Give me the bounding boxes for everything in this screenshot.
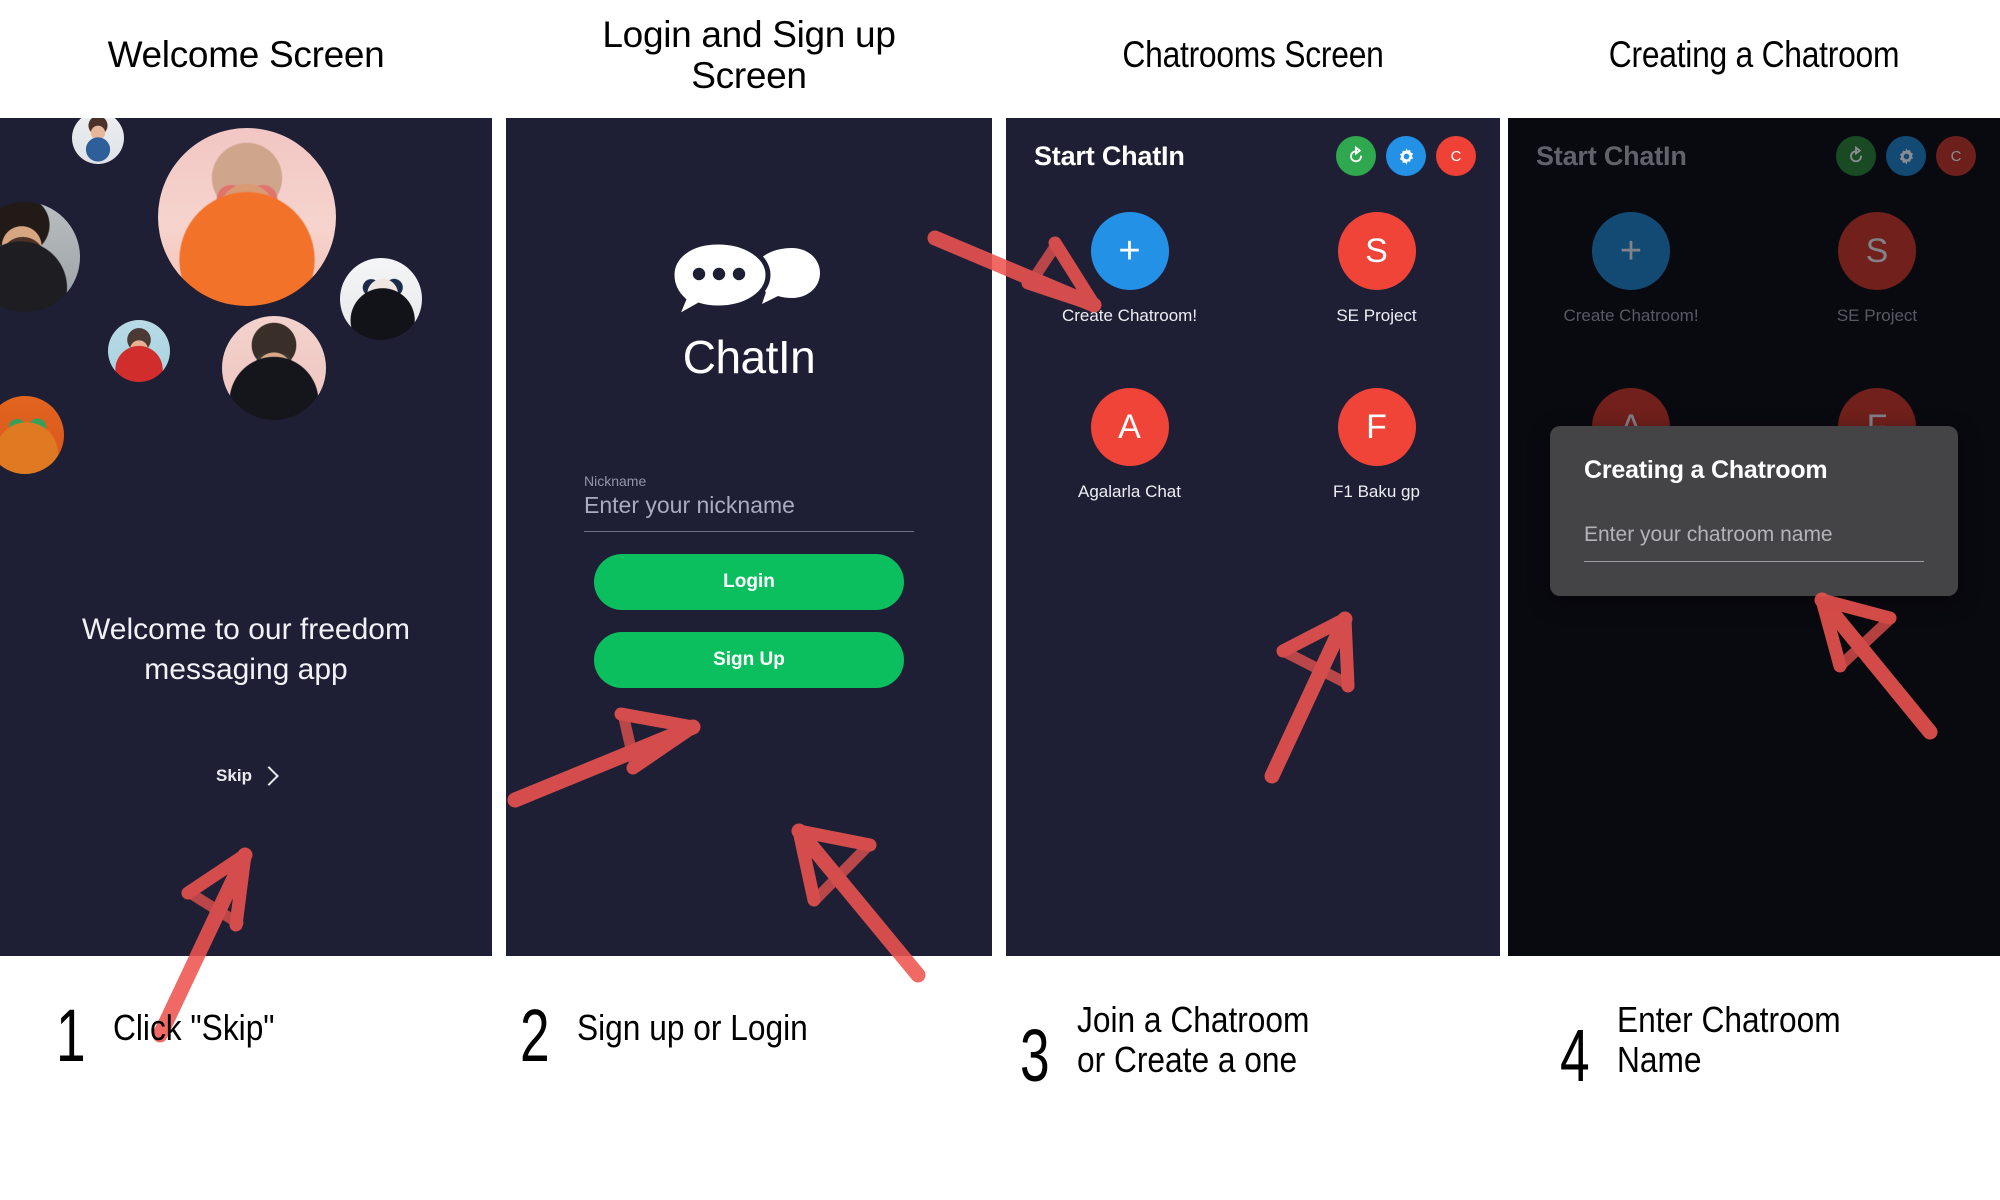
panel-headings-row: Welcome Screen Login and Sign up Screen … bbox=[0, 0, 2000, 118]
room-se-project-dimmed: S SE Project bbox=[1754, 212, 2000, 326]
header-button-group: C bbox=[1336, 136, 1476, 176]
create-chatroom-button[interactable]: + Create Chatroom! bbox=[1006, 212, 1253, 326]
avatar-man-sunglasses bbox=[222, 316, 326, 420]
plus-icon: + bbox=[1592, 212, 1670, 290]
creating-chatroom-panel: Start ChatIn C + Create Chatroom! S SE P… bbox=[1508, 118, 2000, 956]
room-f1-baku-gp[interactable]: F F1 Baku gp bbox=[1253, 388, 1500, 502]
welcome-screen-panel: Welcome to our freedom messaging app Ski… bbox=[0, 118, 492, 956]
step-2: 2 Sign up or Login bbox=[520, 994, 839, 1077]
avatar-masked-face bbox=[340, 258, 422, 340]
heading-creating-a-chatroom: Creating a Chatroom bbox=[1608, 34, 1900, 76]
settings-gear-button-dimmed bbox=[1886, 136, 1926, 176]
step-4-number: 4 bbox=[1560, 1014, 1590, 1097]
avatar-bearded-man bbox=[0, 202, 80, 312]
create-chatroom-label: Create Chatroom! bbox=[1061, 306, 1198, 325]
plus-icon: + bbox=[1090, 212, 1169, 290]
chatin-logo: ChatIn bbox=[506, 240, 992, 384]
step-4: 4 Enter Chatroom Name bbox=[1560, 999, 1871, 1097]
chatrooms-title: Start ChatIn bbox=[1034, 140, 1185, 171]
step-3-number: 3 bbox=[1020, 1014, 1050, 1097]
avatar-woman-denim bbox=[72, 118, 124, 164]
login-signup-screen-panel: ChatIn Nickname Enter your nickname Logi… bbox=[506, 118, 992, 956]
refresh-icon-button[interactable] bbox=[1336, 136, 1376, 176]
step-1-number: 1 bbox=[56, 994, 86, 1077]
create-chatroom-label: Create Chatroom! bbox=[1563, 306, 1699, 325]
avatar-collage bbox=[0, 118, 492, 956]
step-4-text: Enter Chatroom Name bbox=[1617, 999, 1841, 1081]
room-label: SE Project bbox=[1336, 306, 1417, 325]
chatrooms-header: Start ChatIn C bbox=[1034, 136, 1476, 176]
login-button[interactable]: Login bbox=[594, 554, 904, 610]
nickname-label: Nickname bbox=[584, 473, 647, 489]
chatrooms-grid: + Create Chatroom! S SE Project A Agalar… bbox=[1006, 212, 1500, 502]
step-3-text: Join a Chatroom or Create a one bbox=[1077, 999, 1310, 1081]
avatar-smiling-man-red-shirt bbox=[108, 320, 170, 382]
step-1-text: Click "Skip" bbox=[113, 1007, 275, 1048]
room-avatar: S bbox=[1337, 212, 1416, 290]
room-agalarla-chat[interactable]: A Agalarla Chat bbox=[1006, 388, 1253, 502]
c-letter-button[interactable]: C bbox=[1436, 136, 1476, 176]
avatar-man-orange-hoodie bbox=[158, 128, 336, 306]
chatrooms-screen-panel: Start ChatIn C + Create Chatroom! S SE P… bbox=[1006, 118, 1500, 956]
room-se-project[interactable]: S SE Project bbox=[1253, 212, 1500, 326]
chat-bubbles-icon bbox=[674, 240, 820, 322]
nickname-input[interactable]: Enter your nickname bbox=[584, 492, 914, 532]
room-avatar: S bbox=[1838, 212, 1916, 290]
c-letter-button-dimmed: C bbox=[1936, 136, 1976, 176]
refresh-icon bbox=[1350, 146, 1362, 163]
step-captions-row: 1 Click "Skip" 2 Sign up or Login 3 Join… bbox=[0, 994, 2000, 1170]
chevron-right-icon bbox=[259, 765, 279, 786]
header-button-group-dimmed: C bbox=[1836, 136, 1976, 176]
nickname-field-group: Nickname Enter your nickname bbox=[584, 473, 914, 532]
step-2-number: 2 bbox=[520, 994, 550, 1077]
chatroom-name-input[interactable]: Enter your chatroom name bbox=[1584, 523, 1924, 562]
step-1: 1 Click "Skip" bbox=[56, 994, 297, 1077]
room-label: Agalarla Chat bbox=[1077, 482, 1181, 501]
heading-chatrooms-screen: Chatrooms Screen bbox=[1122, 34, 1384, 76]
gear-icon bbox=[1899, 147, 1913, 165]
skip-label: Skip bbox=[216, 766, 252, 785]
create-chatroom-button-dimmed: + Create Chatroom! bbox=[1508, 212, 1754, 326]
create-chatroom-dialog: Creating a Chatroom Enter your chatroom … bbox=[1550, 426, 1958, 596]
heading-welcome-screen: Welcome Screen bbox=[107, 34, 385, 76]
room-label: SE Project bbox=[1836, 306, 1918, 325]
room-avatar: F bbox=[1337, 388, 1416, 466]
step-2-text: Sign up or Login bbox=[577, 1007, 808, 1048]
heading-login-signup-screen: Login and Sign up Screen bbox=[602, 13, 896, 96]
dialog-title: Creating a Chatroom bbox=[1584, 456, 1828, 484]
refresh-icon-button-dimmed bbox=[1836, 136, 1876, 176]
avatar-colorful-makeup bbox=[0, 396, 64, 474]
settings-gear-button[interactable] bbox=[1386, 136, 1426, 176]
chatin-logo-text: ChatIn bbox=[682, 331, 816, 383]
room-avatar: A bbox=[1090, 388, 1169, 466]
chatrooms-title-dimmed: Start ChatIn bbox=[1536, 140, 1687, 171]
step-3: 3 Join a Chatroom or Create a one bbox=[1020, 999, 1341, 1097]
gear-icon bbox=[1399, 147, 1413, 165]
skip-button[interactable]: Skip bbox=[0, 765, 492, 786]
room-label: F1 Baku gp bbox=[1333, 482, 1420, 501]
refresh-icon bbox=[1850, 146, 1862, 163]
chatrooms-header-dimmed: Start ChatIn C bbox=[1536, 136, 1976, 176]
signup-button[interactable]: Sign Up bbox=[594, 632, 904, 688]
welcome-headline: Welcome to our freedom messaging app bbox=[82, 613, 410, 686]
